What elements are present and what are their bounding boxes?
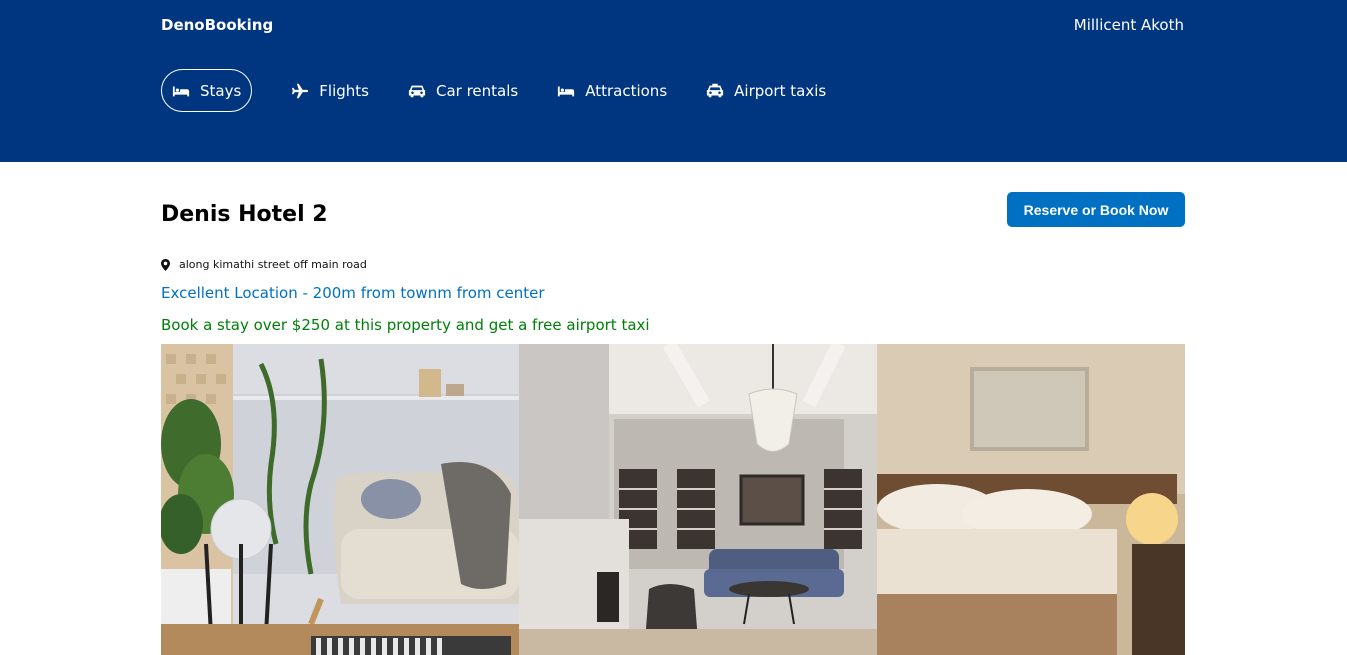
plane-icon	[292, 83, 309, 98]
nav-item-car-rentals[interactable]: Car rentals	[408, 69, 518, 112]
nav-label: Flights	[319, 81, 369, 100]
living-room-image	[161, 344, 519, 655]
location-pin-icon	[161, 258, 170, 271]
car-icon	[408, 85, 426, 97]
nav-item-flights[interactable]: Flights	[291, 69, 369, 112]
bed-icon	[172, 86, 190, 96]
lounge-image	[519, 344, 877, 655]
nav-label: Stays	[200, 81, 242, 100]
nav-item-stays[interactable]: Stays	[161, 69, 253, 112]
brand-logo[interactable]: DenoBooking	[161, 16, 273, 34]
taxi-icon	[707, 83, 724, 97]
main-nav: Stays Flights Car rentals Attractions Ai…	[161, 69, 865, 112]
nav-label: Airport taxis	[734, 81, 827, 100]
location-distance: Excellent Location - 200m from townm fro…	[161, 284, 545, 302]
nav-label: Car rentals	[435, 81, 519, 100]
taxi-offer: Book a stay over $250 at this property a…	[161, 316, 650, 334]
hotel-photo-living-room[interactable]	[161, 344, 519, 655]
site-header: DenoBooking Millicent Akoth Stays Flight…	[0, 0, 1347, 162]
hotel-photo-lounge[interactable]	[519, 344, 877, 655]
nav-item-airport-taxis[interactable]: Airport taxis	[706, 69, 826, 112]
user-name[interactable]: Millicent Akoth	[1074, 16, 1184, 34]
bedroom-image	[877, 344, 1185, 655]
reserve-button[interactable]: Reserve or Book Now	[1007, 192, 1185, 227]
address-text: along kimathi street off main road	[179, 258, 367, 271]
bed-icon	[558, 86, 575, 96]
hotel-address: along kimathi street off main road	[161, 258, 367, 271]
hotel-photo-gallery	[161, 344, 1185, 655]
nav-label: Attractions	[585, 81, 668, 100]
hotel-title: Denis Hotel 2	[161, 202, 328, 227]
nav-item-attractions[interactable]: Attractions	[557, 69, 667, 112]
hotel-photo-bedroom[interactable]	[877, 344, 1185, 655]
